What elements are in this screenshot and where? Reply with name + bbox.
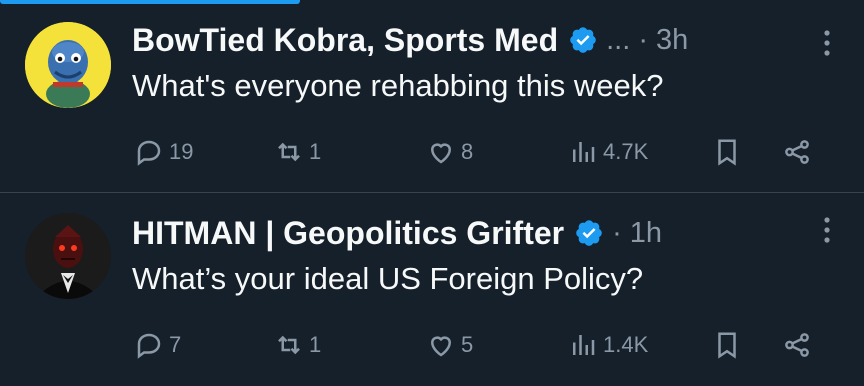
bookmark-icon: [718, 332, 736, 359]
reply-icon: [137, 333, 161, 359]
like-button[interactable]: 8: [426, 132, 473, 172]
hitman-avatar-icon: [25, 213, 111, 299]
bookmark-button[interactable]: [712, 132, 742, 172]
repost-button[interactable]: 1: [274, 325, 321, 365]
avatar[interactable]: [25, 213, 111, 299]
cobra-avatar-icon: [25, 22, 111, 108]
views-chart-icon: [573, 335, 595, 355]
views-count: 1.4K: [603, 332, 649, 357]
tweet-meta: ... · 3h: [606, 23, 689, 56]
repost-count: 1: [309, 332, 322, 357]
heart-icon: [430, 143, 452, 164]
like-count: 5: [461, 332, 474, 357]
repost-icon: [278, 142, 300, 162]
repost-count: 1: [309, 139, 322, 164]
reply-button[interactable]: 19: [134, 132, 193, 172]
views-button[interactable]: 1.4K: [568, 325, 648, 365]
share-button[interactable]: [782, 325, 812, 365]
reply-button[interactable]: 7: [134, 325, 181, 365]
like-button[interactable]: 5: [426, 325, 473, 365]
views-count: 4.7K: [603, 139, 649, 164]
repost-icon: [278, 335, 300, 355]
like-count: 8: [461, 139, 474, 164]
verified-badge-icon: [576, 220, 602, 246]
bookmark-button[interactable]: [712, 325, 742, 365]
tweet-meta: · 1h: [612, 216, 663, 249]
author-name[interactable]: BowTied Kobra, Sports Med: [132, 22, 558, 59]
tweet-actions: 7 1 5 1.4K: [134, 325, 834, 365]
avatar[interactable]: [25, 22, 111, 108]
tweet-text: What's everyone rehabbing this week?: [132, 68, 664, 103]
more-options-icon[interactable]: [820, 28, 834, 58]
share-button[interactable]: [782, 132, 812, 172]
tweet-actions: 19 1 8 4.7K: [134, 132, 834, 172]
reply-count: 7: [169, 332, 182, 357]
more-options-icon[interactable]: [820, 215, 834, 245]
heart-icon: [430, 336, 452, 357]
views-chart-icon: [573, 142, 595, 162]
repost-button[interactable]: 1: [274, 132, 321, 172]
share-icon: [785, 333, 809, 357]
author-name[interactable]: HITMAN | Geopolitics Grifter: [132, 215, 564, 252]
reply-count: 19: [169, 139, 194, 164]
share-icon: [785, 140, 809, 164]
reply-icon: [137, 140, 161, 166]
tweet[interactable]: HITMAN | Geopolitics Grifter · 1h What’s…: [0, 193, 864, 386]
views-button[interactable]: 4.7K: [568, 132, 648, 172]
bookmark-icon: [718, 139, 736, 166]
tweet[interactable]: BowTied Kobra, Sports Med ... · 3h What'…: [0, 0, 864, 193]
tweet-text: What’s your ideal US Foreign Policy?: [132, 261, 644, 296]
verified-badge-icon: [570, 27, 596, 53]
